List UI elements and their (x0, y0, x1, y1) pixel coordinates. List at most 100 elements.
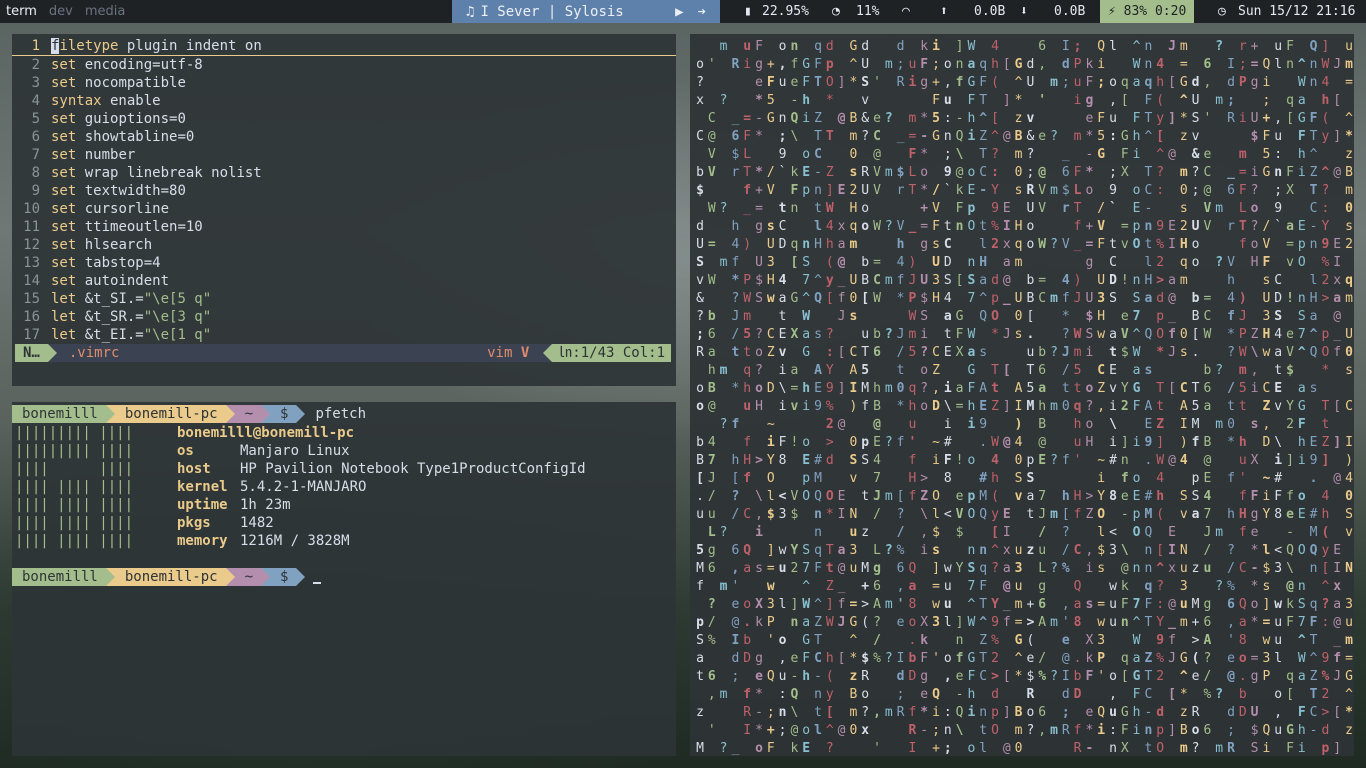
vim-window[interactable]: 1 filetype plugin indent on 2 set encoding=… (12, 34, 676, 386)
vim-line[interactable]: 9 set textwidth=80 (12, 182, 676, 200)
workspace-media[interactable]: media (79, 0, 132, 23)
vim-line[interactable]: 7 set number (12, 146, 676, 164)
pfetch-logo-row: |||| |||| |||| (15, 533, 134, 549)
matrix-column: l o,u: ; 9 ` tCDS a t Ev i \ i # 8 <3 wuu o,u:n (1109, 39, 1117, 756)
matrix-column: Id; _ 6 $ r V 4 f *? J / t 0 f h[? /% , ' e @ Id; R (1061, 39, 1070, 738)
vim-keyword: set (51, 165, 77, 181)
wifi-icon[interactable]: ◠ (902, 0, 910, 23)
vim-line[interactable]: 8 set wrap linebreak nolist (12, 164, 676, 182)
line-number: 7 (31, 147, 40, 163)
matrix-column: ; Pu i m F L Tf _ ) J Wm 5 t q h u ' Hf C Qa8 .bD fR (1073, 39, 1082, 756)
line-number: 9 (31, 183, 40, 199)
vim-line[interactable]: 3 set nocompatible (12, 74, 676, 92)
vim-text: cursorline (76, 201, 170, 217)
terminal-window[interactable]: bonemilll bonemill-pc ~ $ pfetch |||||||… (12, 402, 676, 756)
vim-buffer[interactable]: 1 filetype plugin indent on 2 set encoding=… (12, 34, 676, 344)
vim-line[interactable]: 16 let &t_SR.="\e[3 q" (12, 308, 676, 326)
matrix-column: ' e C @ V V W = C W b6 h B @ E 4 7 J / Lg 6 A? /% , ' (873, 75, 881, 756)
line-number: 1 (31, 38, 40, 54)
matrix-column: d; R _ $ r Vh 4 f * J / t 0 * f [? /% 6, ' e Id; R (896, 39, 905, 720)
top-bar: term dev media ♫ I Sever | Sylosis ▶ ➔ ▮… (0, 0, 1366, 23)
vim-line[interactable]: 4 syntax enable (12, 92, 676, 110)
line-number: 14 (23, 273, 40, 289)
matrix-column: ] n f - Q \ @ k Fn [ GFX a = ! e V $ Y ] n f e - Q \ (955, 39, 964, 738)
vim-keyword: set (51, 111, 77, 127)
vim-keyword: let (51, 309, 77, 325)
now-playing-module[interactable]: ♫ I Sever | Sylosis ▶ ➔ (452, 0, 720, 23)
line-number: 12 (23, 237, 40, 253)
vim-line[interactable]: 6 set showtabline=0 (12, 128, 676, 146)
vim-line[interactable]: 11 set ttimeoutlen=10 (12, 218, 676, 236)
matrix-column: Id; R _ 6 r Vh 4 f *? / t 0 * f h ? /% 6, ' e @ d; R (1227, 57, 1235, 756)
matrix-column: + = g U $ i? o? o H Z \, i s X Fg e * - * o * = g U $ S (1250, 39, 1259, 756)
vim-line[interactable]: 13 set tabstop=4 (12, 254, 676, 272)
line-number: 10 (23, 201, 40, 217)
vim-keyword: set (51, 75, 77, 91)
powerline-separator (543, 344, 553, 362)
line-number: 2 (31, 57, 40, 73)
matrix-column: n n q F T ^ TC-ntlHa Q s AE9. # M Qn n q F T ZTC-nt (1144, 39, 1153, 756)
matrix-column: kFg * - * o * + = g U $ Si? o? o > Z \, i Xk Fg e * - (920, 39, 929, 738)
matrix-column: Qnn F T ^ Z T C - n l Ha ^ Q s E9. # M Qn q F T ^ Z T C - (1309, 39, 1318, 738)
prompt-dir: ~ (234, 568, 262, 586)
line-number: 16 (23, 309, 40, 325)
vim-line[interactable]: 2 set encoding=utf-8 (12, 56, 676, 74)
pfetch-key: kernel (177, 479, 228, 495)
vim-line[interactable]: 12 set hlsearch (12, 236, 676, 254)
prompt-user: bonemilll (12, 568, 106, 586)
play-icon[interactable]: ▶ (675, 4, 683, 20)
matrix-column: Fg e * - * * + = g U $ S ? o? o H > \, i s Xk g e * - * o (755, 39, 763, 756)
matrix-column: J [ ] @ EI a @ _ f J [ @ EIx @ _ f J [ ] (1168, 39, 1176, 738)
vim-statusline: N… .vimrc vim V ㏑:1/43 Col:1 (15, 344, 671, 362)
matrix-column: i; + F 5 G / V Fs U 3 H CZ,D ~ i Ol $ s] = w 3 ' Qi; + (932, 39, 940, 756)
vim-line[interactable]: 14 set autoindent (12, 272, 676, 290)
matrix-column: m ? ? m m ? ? m m ? (719, 39, 728, 756)
pfetch-key: pkgs (177, 515, 211, 531)
pfetch-value: 5.4.2-1-MANJARO (240, 479, 367, 495)
vim-keyword: set (51, 129, 77, 145)
matrix-rain-window[interactable]: o? x C b $ d U Sv &?; R oo b B[. u 5Mf pSat z M … (690, 34, 1354, 756)
prompt-line-2: bonemilll bonemill-pc ~ $ (12, 568, 676, 586)
matrix-column: G ^ * Bm0s2Hqm U0s C A I) 0Sv Nu3u = G ^ * z Bm 0 (849, 39, 858, 738)
workspace-term[interactable]: term (0, 0, 43, 23)
pfetch-value: 1482 (240, 515, 274, 531)
vim-text: tabstop=4 (76, 255, 161, 271)
gauge-icon: ◔ (832, 4, 840, 19)
vim-line[interactable]: 17 let &t_EI.="\e[1 q" (12, 326, 676, 344)
music-note-icon: ♫ (466, 3, 475, 20)
matrix-column: q[ GFX = v ! e V $ Y2 ] n f e - \ @ k Fn q[ GFX (1120, 75, 1129, 756)
vim-text: enable (101, 93, 161, 109)
vim-text: guioptions=0 (76, 111, 186, 127)
vim-keyword: let (51, 291, 77, 307)
matrix-column: [ ] @ E Ix a @ _ J [ ] @ E Ix a @ _ f [ ] @ (1002, 57, 1011, 756)
matrix-column: m = G ^ * z m0s2Hqm 0s C A I) 4 Sv Nu3um G ^ * z Bm (1179, 39, 1188, 756)
vim-keyword: set (51, 237, 77, 253)
pfetch-key: uptime (177, 497, 228, 513)
workspace-dev[interactable]: dev (43, 0, 79, 23)
matrix-column: R _ 6 $ r h 4 f *? J / t * f h[?/ 6, ' e @ Id; _ (731, 57, 740, 756)
matrix-column: ' C @ V V W = W b 6 a h B @ 4 7 J / u Lg 6 ? /% 6, ' (707, 57, 716, 738)
memory-usage: 11% (856, 4, 880, 19)
vim-text: encoding=utf-8 (76, 57, 203, 73)
download-speed: 0.0B (1054, 4, 1086, 19)
vim-line[interactable]: 5 set guioptions=0 (12, 110, 676, 128)
matrix-column: d U Sv &?; Uoo b B[. T5Mf pSa z M + >(e Ro? (1191, 75, 1200, 756)
prompt-symbol: $ (270, 405, 297, 423)
line-number: 13 (23, 255, 40, 271)
pfetch-logo-row: |||| |||| (15, 461, 134, 477)
matrix-column: dU v &?; R Uo o b B[. u T 5 M pSat z + >(e $ Ro? (1026, 57, 1035, 738)
prompt-line-1: bonemilll bonemill-pc ~ $ pfetch (12, 405, 676, 423)
line-number: 3 (31, 75, 40, 91)
matrix-column: m ? m ? m ? m ? m ? m ? m (1050, 75, 1058, 738)
next-arrow-icon[interactable]: ➔ (698, 4, 706, 20)
vim-line[interactable]: 10 set cursorline (12, 200, 676, 218)
vim-keyword: set (51, 273, 77, 289)
matrix-column: 4 h( [^?: Y 9% 2 d p O * TtZ W 4 h(y[^? Y 9% 2 > d p O (991, 39, 999, 738)
vim-text: hlsearch (76, 237, 153, 253)
vim-string: "\e[1 q" (143, 327, 212, 343)
matrix-column: qFT ZTC-ntlH ^ Q s AE9 # M Qn n q F ^ Z T C - n t l (814, 39, 822, 738)
charging-plug-icon: ⚡ (1108, 4, 1124, 19)
prompt-dir: ~ (234, 405, 262, 423)
vim-line[interactable]: 15 let &t_SI.="\e[5 q" (12, 290, 676, 308)
vim-line[interactable]: 1 filetype plugin indent on (12, 37, 676, 56)
